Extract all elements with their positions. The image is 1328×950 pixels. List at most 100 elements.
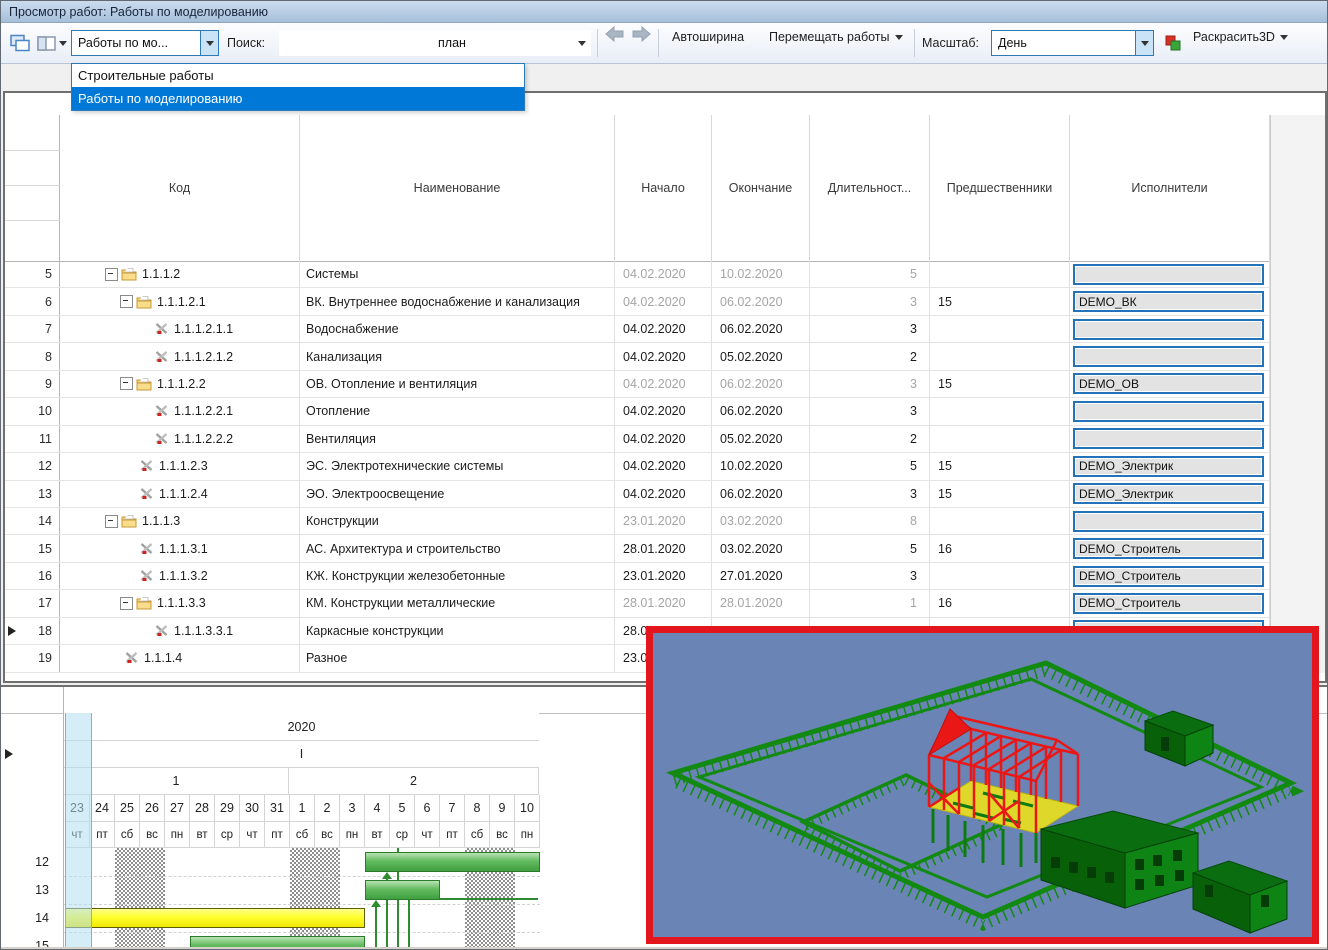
table-row[interactable]: 81.1.1.2.1.2Канализация04.02.202005.02.2… [5,343,1325,370]
gantt-bar[interactable] [365,852,540,872]
cell-name[interactable]: Вентиляция [300,426,615,452]
column-header-1[interactable]: Код [60,115,300,261]
table-row[interactable]: 151.1.1.3.1АС. Архитектура и строительст… [5,535,1325,562]
executor-box[interactable] [1073,346,1264,367]
cell-end[interactable]: 06.02.2020 [712,288,810,314]
cell-executors[interactable] [1070,316,1270,342]
row-number[interactable]: 9 [5,371,60,397]
executor-box[interactable]: DEMO_Электрик [1073,483,1264,504]
table-row[interactable]: 131.1.1.2.4ЭО. Электроосвещение04.02.202… [5,481,1325,508]
executor-box[interactable]: DEMO_Строитель [1073,538,1264,559]
plan-combo-button[interactable] [573,31,590,55]
row-number[interactable]: 17 [5,590,60,616]
table-row[interactable]: 111.1.1.2.2.2Вентиляция04.02.202005.02.2… [5,426,1325,453]
cell-duration[interactable]: 3 [810,371,930,397]
cascade-windows-icon[interactable] [9,23,31,63]
cell-code[interactable]: 1.1.1.4 [60,645,300,671]
plan-combo[interactable]: план [431,30,591,56]
forward-button[interactable] [630,23,652,45]
cell-duration[interactable]: 3 [810,563,930,589]
executor-box[interactable] [1073,401,1264,422]
cell-predecessors[interactable] [930,343,1070,369]
column-header-5[interactable]: Длительност... [810,115,930,261]
row-number[interactable]: 7 [5,316,60,342]
executor-box[interactable] [1073,511,1264,532]
cell-duration[interactable]: 2 [810,426,930,452]
cell-duration[interactable]: 3 [810,481,930,507]
cell-predecessors[interactable] [930,261,1070,287]
cell-name[interactable]: ОВ. Отопление и вентиляция [300,371,615,397]
cell-start[interactable]: 04.02.2020 [615,288,712,314]
executor-box[interactable]: DEMO_Строитель [1073,566,1264,587]
column-header-7[interactable]: Исполнители [1070,115,1270,261]
cell-name[interactable]: КМ. Конструкции металлические [300,590,615,616]
autowidth-button[interactable]: Автоширина [664,23,752,51]
executor-box[interactable]: DEMO_Строитель [1073,593,1264,614]
cell-executors[interactable]: DEMO_Строитель [1070,535,1270,561]
cell-start[interactable]: 04.02.2020 [615,261,712,287]
cell-predecessors[interactable] [930,508,1070,534]
collapse-icon[interactable] [120,295,133,308]
column-header-6[interactable]: Предшественники [930,115,1070,261]
cell-executors[interactable]: DEMO_ОВ [1070,371,1270,397]
table-row[interactable]: 171.1.1.3.3КМ. Конструкции металлические… [5,590,1325,617]
cell-start[interactable]: 23.01.2020 [615,508,712,534]
cell-end[interactable]: 06.02.2020 [712,398,810,424]
cell-start[interactable]: 28.01.2020 [615,590,712,616]
table-row[interactable]: 51.1.1.2Системы04.02.202010.02.20205 [5,261,1325,288]
cell-code[interactable]: 1.1.1.2.1 [60,288,300,314]
cell-end[interactable]: 27.01.2020 [712,563,810,589]
collapse-icon[interactable] [120,377,133,390]
cell-duration[interactable]: 2 [810,343,930,369]
move-works-button[interactable]: Перемещать работы [761,23,911,51]
cell-name[interactable]: ВК. Внутреннее водоснабжение и канализац… [300,288,615,314]
cell-duration[interactable]: 5 [810,453,930,479]
colorize3d-button[interactable]: Раскрасить3D [1185,23,1296,51]
row-number[interactable]: 6 [5,288,60,314]
cell-duration[interactable]: 1 [810,590,930,616]
cell-start[interactable]: 04.02.2020 [615,316,712,342]
row-number[interactable]: 14 [5,508,60,534]
work-view-combo-button[interactable] [200,31,218,55]
row-number[interactable]: 19 [5,645,60,671]
cell-end[interactable]: 06.02.2020 [712,316,810,342]
cell-predecessors[interactable] [930,398,1070,424]
cell-executors[interactable] [1070,426,1270,452]
cell-start[interactable]: 04.02.2020 [615,426,712,452]
column-header-3[interactable]: Начало [615,115,712,261]
cell-duration[interactable]: 3 [810,288,930,314]
table-row[interactable]: 101.1.1.2.2.1Отопление04.02.202006.02.20… [5,398,1325,425]
cell-code[interactable]: 1.1.1.2.1.1 [60,316,300,342]
search-input[interactable] [279,30,431,56]
cell-start[interactable]: 04.02.2020 [615,371,712,397]
cell-predecessors[interactable] [930,426,1070,452]
cell-end[interactable]: 03.02.2020 [712,508,810,534]
table-row[interactable]: 121.1.1.2.3ЭС. Электротехнические систем… [5,453,1325,480]
row-number[interactable]: 18 [5,618,60,644]
cell-predecessors[interactable]: 16 [930,590,1070,616]
row-number[interactable]: 5 [5,261,60,287]
cell-duration[interactable]: 3 [810,316,930,342]
executor-box[interactable]: DEMO_Электрик [1073,456,1264,477]
cell-executors[interactable] [1070,508,1270,534]
cell-start[interactable]: 04.02.2020 [615,453,712,479]
cell-name[interactable]: Водоснабжение [300,316,615,342]
cell-end[interactable]: 06.02.2020 [712,371,810,397]
cell-name[interactable]: Системы [300,261,615,287]
cell-executors[interactable] [1070,261,1270,287]
cell-name[interactable]: Каркасные конструкции [300,618,615,644]
cell-executors[interactable]: DEMO_Электрик [1070,481,1270,507]
cell-code[interactable]: 1.1.1.2.2.2 [60,426,300,452]
cell-name[interactable]: КЖ. Конструкции железобетонные [300,563,615,589]
cell-predecessors[interactable]: 15 [930,288,1070,314]
executor-box[interactable] [1073,428,1264,449]
table-row[interactable]: 61.1.1.2.1ВК. Внутреннее водоснабжение и… [5,288,1325,315]
scale-combo[interactable]: День [991,30,1154,56]
cell-name[interactable]: Разное [300,645,615,671]
cell-executors[interactable]: DEMO_Строитель [1070,563,1270,589]
cell-predecessors[interactable] [930,316,1070,342]
cell-executors[interactable]: DEMO_Строитель [1070,590,1270,616]
cell-start[interactable]: 04.02.2020 [615,343,712,369]
cell-start[interactable]: 28.01.2020 [615,535,712,561]
executor-box[interactable] [1073,264,1264,285]
